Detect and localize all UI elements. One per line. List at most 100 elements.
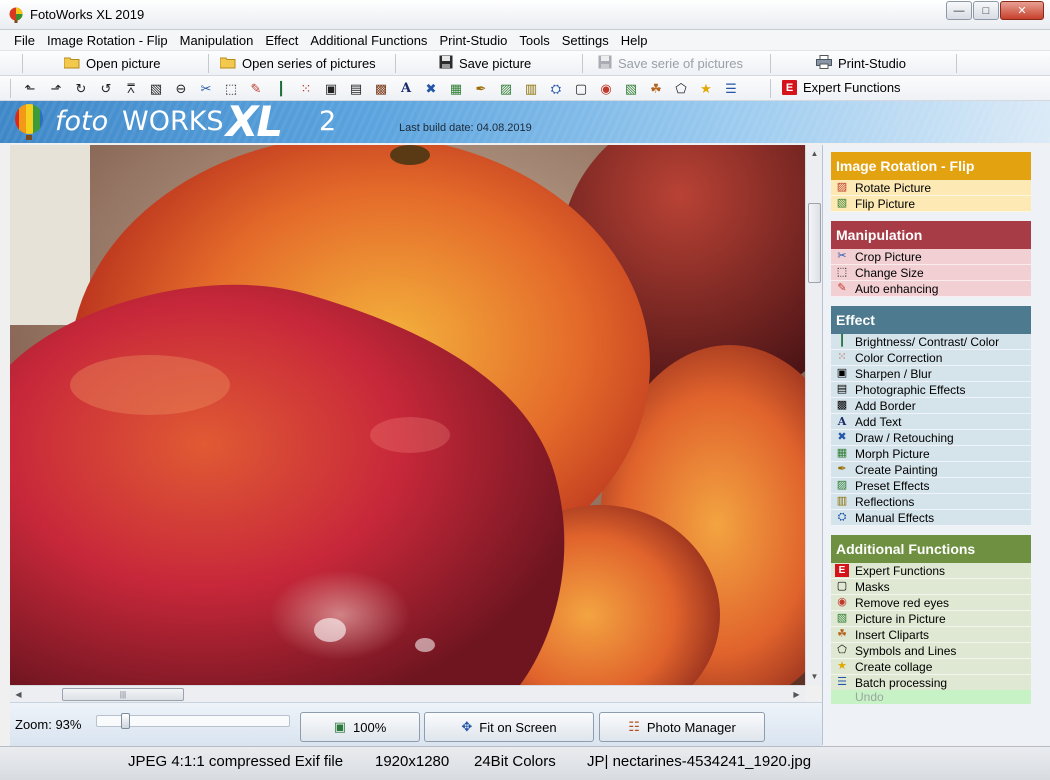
flip-horizontal-icon[interactable]: ▧ xyxy=(148,80,164,97)
maximize-button[interactable]: □ xyxy=(973,1,999,20)
panel-item-flip-picture[interactable]: ▧ Flip Picture xyxy=(831,196,1031,212)
panel-item-rotate-picture[interactable]: ▨ Rotate Picture xyxy=(831,180,1031,196)
photo-effects-icon[interactable]: ▤ xyxy=(348,80,364,97)
undo-button[interactable]: Undo xyxy=(831,690,1031,704)
window-title: FotoWorks XL 2019 xyxy=(30,7,145,22)
panel-section-header[interactable]: Manipulation xyxy=(831,221,1031,249)
batch-icon: ☰ xyxy=(837,676,847,688)
panel-section-header[interactable]: Additional Functions xyxy=(831,535,1031,563)
color-correction-icon[interactable]: ⁙ xyxy=(298,80,314,97)
panel-item-morph-picture[interactable]: ▦ Morph Picture xyxy=(831,446,1031,462)
open-series-button[interactable]: Open series of pictures xyxy=(219,53,376,74)
panel-item-auto-enhancing[interactable]: ✎ Auto enhancing xyxy=(831,281,1031,297)
panel-item-expert-functions[interactable]: E Expert Functions xyxy=(831,563,1031,579)
menu-effect[interactable]: Effect xyxy=(259,30,304,51)
rotate-ccw-icon[interactable]: ↻ xyxy=(73,80,89,97)
zoom-100-button[interactable]: ▣ 100% xyxy=(300,712,420,742)
app-banner: foto WORKS XL 2 Last build date: 04.08.2… xyxy=(0,101,1050,143)
cliparts-icon[interactable]: ☘ xyxy=(648,80,664,97)
save-picture-button[interactable]: Save picture xyxy=(439,53,531,74)
minimize-button[interactable]: — xyxy=(946,1,972,20)
zoom-slider-thumb[interactable] xyxy=(121,713,130,729)
picture-in-picture-icon: ▧ xyxy=(836,612,848,624)
open-picture-button[interactable]: Open picture xyxy=(63,53,160,74)
preset-effects-icon[interactable]: ▨ xyxy=(498,80,514,97)
auto-enhance-icon[interactable]: ✎ xyxy=(248,80,264,97)
expert-functions-button[interactable]: E Expert Functions xyxy=(782,80,901,95)
panel-section-header[interactable]: Image Rotation - Flip xyxy=(831,152,1031,180)
scroll-right-icon[interactable]: ▶ xyxy=(788,686,805,703)
print-studio-button[interactable]: Print-Studio xyxy=(816,53,906,74)
panel-section-header[interactable]: Effect xyxy=(831,306,1031,334)
crop-icon[interactable]: ✂ xyxy=(198,80,214,97)
mask-icon[interactable]: ▢ xyxy=(573,80,589,97)
rotate-left-icon[interactable]: ⬑ xyxy=(22,80,38,97)
panel-item-photographic-effects[interactable]: ▤ Photographic Effects xyxy=(831,382,1031,398)
zoom-label: Zoom: 93% xyxy=(15,717,82,732)
panel-item-label: Change Size xyxy=(855,265,924,280)
menu-file[interactable]: File xyxy=(8,30,41,51)
vertical-scroll-thumb[interactable] xyxy=(808,203,821,283)
menu-image-rotation[interactable]: Image Rotation - Flip xyxy=(41,30,174,51)
flip-3d-icon[interactable]: ⊖ xyxy=(173,80,189,97)
vertical-scrollbar[interactable]: ▲ ▼ xyxy=(805,145,822,685)
panel-item-crop-picture[interactable]: ✂ Crop Picture xyxy=(831,249,1031,265)
painting-icon[interactable]: ✒ xyxy=(473,80,489,97)
menu-settings[interactable]: Settings xyxy=(556,30,615,51)
toolbar-divider xyxy=(582,54,583,73)
picture-in-picture-icon[interactable]: ▧ xyxy=(623,80,639,97)
text-icon[interactable]: A xyxy=(398,80,414,97)
panel-item-change-size[interactable]: ⬚ Change Size xyxy=(831,265,1031,281)
collage-icon[interactable]: ★ xyxy=(698,80,714,97)
panel-item-symbols-and-lines[interactable]: ⬠ Symbols and Lines xyxy=(831,643,1031,659)
batch-icon[interactable]: ☰ xyxy=(723,80,739,97)
morph-icon[interactable]: ▦ xyxy=(448,80,464,97)
image-canvas[interactable] xyxy=(10,145,805,685)
manual-effects-icon[interactable]: ⛭ xyxy=(548,80,564,97)
panel-item-preset-effects[interactable]: ▨ Preset Effects xyxy=(831,478,1031,494)
panel-item-color-correction[interactable]: ⁙ Color Correction xyxy=(831,350,1031,366)
symbols-icon[interactable]: ⬠ xyxy=(673,80,689,97)
panel-item-batch-processing[interactable]: ☰ Batch processing xyxy=(831,675,1031,691)
panel-item-create-painting[interactable]: ✒ Create Painting xyxy=(831,462,1031,478)
fit-on-screen-button[interactable]: ✥ Fit on Screen xyxy=(424,712,594,742)
horizontal-scroll-thumb[interactable]: ||| xyxy=(62,688,184,701)
scroll-left-icon[interactable]: ◀ xyxy=(10,686,27,703)
panel-item-insert-cliparts[interactable]: ☘ Insert Cliparts xyxy=(831,627,1031,643)
minimize-icon: — xyxy=(953,4,965,17)
menu-help[interactable]: Help xyxy=(615,30,654,51)
scroll-up-icon[interactable]: ▲ xyxy=(806,145,823,162)
sharpen-icon[interactable]: ▣ xyxy=(323,80,339,97)
red-eye-icon[interactable]: ◉ xyxy=(598,80,614,97)
panel-item-create-collage[interactable]: ★ Create collage xyxy=(831,659,1031,675)
save-series-button[interactable]: Save serie of pictures xyxy=(598,53,743,74)
panel-item-label: Brightness/ Contrast/ Color xyxy=(855,334,1000,349)
panel-item-remove-red-eyes[interactable]: ◉ Remove red eyes xyxy=(831,595,1031,611)
resize-icon[interactable]: ⬚ xyxy=(223,80,239,97)
menu-print-studio[interactable]: Print-Studio xyxy=(433,30,513,51)
menu-additional-functions[interactable]: Additional Functions xyxy=(304,30,433,51)
photo-manager-button[interactable]: ☷ Photo Manager xyxy=(599,712,765,742)
reflections-icon[interactable]: ▥ xyxy=(523,80,539,97)
close-button[interactable]: ✕ xyxy=(1000,1,1044,20)
border-icon[interactable]: ▩ xyxy=(373,80,389,97)
scroll-down-icon[interactable]: ▼ xyxy=(806,668,823,685)
panel-item-picture-in-picture[interactable]: ▧ Picture in Picture xyxy=(831,611,1031,627)
brightness-icon[interactable]: ┃ xyxy=(273,80,289,97)
panel-item-reflections[interactable]: ▥ Reflections xyxy=(831,494,1031,510)
menu-manipulation[interactable]: Manipulation xyxy=(174,30,260,51)
panel-item-sharpen-blur[interactable]: ▣ Sharpen / Blur xyxy=(831,366,1031,382)
panel-item-manual-effects[interactable]: ⛭ Manual Effects xyxy=(831,510,1031,526)
panel-item-brightness-contrast-color[interactable]: ┃ Brightness/ Contrast/ Color xyxy=(831,334,1031,350)
rotate-right-icon[interactable]: ⬏ xyxy=(48,80,64,97)
panel-item-add-border[interactable]: ▩ Add Border xyxy=(831,398,1031,414)
flip-vertical-icon[interactable]: ⩞ xyxy=(123,80,139,97)
zoom-slider[interactable] xyxy=(96,713,290,729)
rotate-cw-icon[interactable]: ↺ xyxy=(98,80,114,97)
draw-icon[interactable]: ✖ xyxy=(423,80,439,97)
panel-item-draw-retouching[interactable]: ✖ Draw / Retouching xyxy=(831,430,1031,446)
horizontal-scrollbar[interactable]: ◀ ||| ▶ xyxy=(10,685,805,702)
menu-tools[interactable]: Tools xyxy=(513,30,555,51)
panel-item-masks[interactable]: ▢ Masks xyxy=(831,579,1031,595)
panel-item-add-text[interactable]: A Add Text xyxy=(831,414,1031,430)
